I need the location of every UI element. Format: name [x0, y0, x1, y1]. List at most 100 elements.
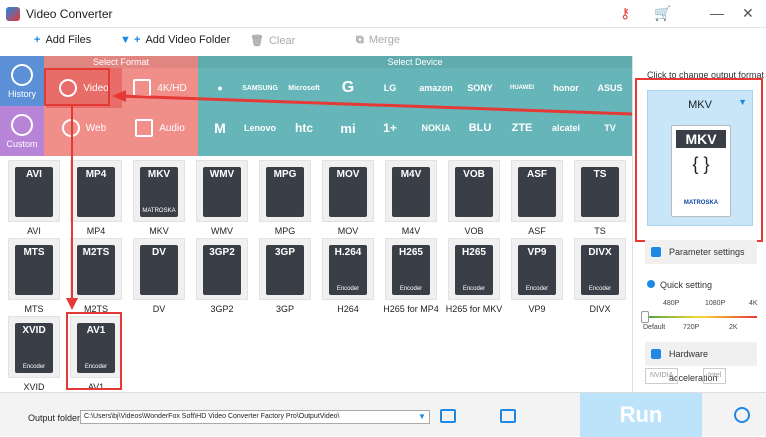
output-format-highlight: MKV ▼ MKV { } MATROSKA	[635, 78, 763, 242]
format-label: DIVX	[589, 304, 611, 314]
hardware-acceleration-button[interactable]: Hardware acceleration	[645, 342, 757, 383]
add-files-dropdown[interactable]: ▼	[120, 34, 131, 46]
format-tile-vp9[interactable]: VP9 Encoder VP9	[506, 238, 568, 318]
device-amazon[interactable]: amazon	[418, 68, 454, 108]
clear-button[interactable]: 🗑 Clear	[250, 34, 295, 47]
3gp2-format-icon: 3GP2	[203, 245, 241, 295]
asf-format-icon: ASF	[518, 167, 556, 217]
format-label: TS	[594, 226, 606, 236]
alarm-clock-icon[interactable]	[734, 407, 750, 423]
trash-icon: 🗑	[250, 35, 264, 47]
device-xiaomi[interactable]: mi	[330, 108, 366, 148]
format-tile-mpg[interactable]: MPG MPG	[254, 160, 316, 240]
device-blu[interactable]: BLU	[462, 108, 498, 148]
slider-icon	[647, 280, 655, 288]
device-zte[interactable]: ZTE	[504, 108, 540, 148]
open-folder-icon[interactable]	[500, 409, 516, 423]
device-lenovo[interactable]: Lenovo	[242, 108, 278, 148]
format-grid: AVI AVI MP4 MP4 MKV MATROSKA MKV WMV WMV MPG M…	[0, 156, 632, 392]
folder-icon[interactable]	[440, 409, 456, 423]
mp4-format-icon: MP4	[77, 167, 115, 217]
device-nokia[interactable]: NOKIA	[418, 108, 454, 148]
parameter-settings-button[interactable]: Parameter settings	[645, 240, 757, 264]
device-htc[interactable]: htc	[286, 108, 322, 148]
slider-label-4k: 4K	[749, 300, 758, 307]
video-category-button[interactable]: Video	[46, 68, 122, 108]
add-video-folder-button[interactable]: + Add Video Folder	[134, 34, 230, 46]
device-samsung[interactable]: SAMSUNG	[242, 68, 278, 108]
device-apple[interactable]: ●	[202, 68, 238, 108]
quality-slider[interactable]	[641, 311, 757, 323]
divx-format-icon: DIVX Encoder	[581, 245, 619, 295]
format-tile-av1[interactable]: AV1 Encoder AV1	[65, 316, 127, 396]
format-tile-vob[interactable]: VOB VOB	[443, 160, 505, 240]
plus-icon: +	[34, 34, 41, 46]
merge-button[interactable]: ⧉ Merge	[356, 34, 400, 47]
hd-category-button[interactable]: 4K/HD	[122, 68, 198, 108]
format-tile-dv[interactable]: DV DV	[128, 238, 190, 318]
history-tab[interactable]: History	[0, 56, 44, 106]
chrome-icon	[61, 119, 80, 137]
intel-option[interactable]: Intel	[703, 368, 727, 384]
audio-label: Audio	[159, 122, 185, 134]
format-tile-h265-mp4[interactable]: H265 Encoder H265 for MP4	[380, 238, 442, 318]
format-tile-divx[interactable]: DIVX Encoder DIVX	[569, 238, 631, 318]
run-button[interactable]: Run	[580, 393, 702, 437]
h265-mkv-format-icon: H265 Encoder	[455, 245, 493, 295]
cart-icon[interactable]: 🛒	[654, 5, 671, 21]
format-tile-h265-mkv[interactable]: H265 Encoder H265 for MKV	[443, 238, 505, 318]
device-sony[interactable]: SONY	[462, 68, 498, 108]
device-microsoft[interactable]: Microsoft	[286, 68, 322, 108]
merge-label: Merge	[368, 34, 401, 46]
format-tile-mkv[interactable]: MKV MATROSKA MKV	[128, 160, 190, 240]
output-folder-label: Output folder:	[28, 413, 83, 423]
web-category-button[interactable]: Web	[46, 108, 122, 148]
4k-icon	[133, 79, 152, 97]
audio-category-button[interactable]: Audio	[122, 108, 198, 148]
format-tile-avi[interactable]: AVI AVI	[3, 160, 65, 240]
chip-icon	[651, 349, 661, 359]
output-folder-path[interactable]: C:\Users\bj\Videos\WonderFox Soft\HD Vid…	[80, 410, 430, 424]
device-alcatel[interactable]: alcatel	[548, 108, 584, 148]
format-tile-3gp[interactable]: 3GP 3GP	[254, 238, 316, 318]
format-tile-3gp2[interactable]: 3GP2 3GP2	[191, 238, 253, 318]
device-honor[interactable]: honor	[548, 68, 584, 108]
format-tile-h264[interactable]: H.264 Encoder H264	[317, 238, 379, 318]
device-oneplus[interactable]: 1+	[372, 108, 408, 148]
device-google[interactable]: G	[330, 68, 366, 108]
history-icon	[11, 64, 33, 86]
format-tile-wmv[interactable]: WMV WMV	[191, 160, 253, 240]
format-tile-asf[interactable]: ASF ASF	[506, 160, 568, 240]
mts-format-icon: MTS	[15, 245, 53, 295]
web-label: Web	[85, 122, 107, 134]
custom-tab[interactable]: Custom	[0, 106, 44, 156]
hd-label: 4K/HD	[157, 82, 187, 94]
device-huawei[interactable]: HUAWEI	[504, 68, 540, 108]
format-tile-mts[interactable]: MTS MTS	[3, 238, 65, 318]
minimize-button[interactable]: —	[710, 5, 724, 21]
format-tile-m4v[interactable]: M4V M4V	[380, 160, 442, 240]
nvidia-option[interactable]: NVIDIA	[645, 368, 679, 384]
chevron-down-icon[interactable]: ▼	[415, 411, 429, 423]
format-tile-xvid[interactable]: XVID Encoder XVID	[3, 316, 65, 396]
format-tile-mp4[interactable]: MP4 MP4	[65, 160, 127, 240]
format-tile-mov[interactable]: MOV MOV	[317, 160, 379, 240]
chevron-down-icon[interactable]: ▼	[738, 97, 747, 107]
key-icon[interactable]: ⚷	[620, 5, 630, 21]
close-button[interactable]: ✕	[742, 5, 754, 21]
vp9-format-icon: VP9 Encoder	[518, 245, 556, 295]
device-tv[interactable]: TV	[592, 108, 628, 148]
device-motorola[interactable]: M	[202, 108, 238, 148]
toolbar: + Add Files ▼ + Add Video Folder 🗑 Clear ⧉ M…	[0, 28, 766, 56]
device-panel: Select Device ● SAMSUNG Microsoft G LG a…	[198, 56, 632, 156]
slider-thumb[interactable]	[641, 311, 649, 323]
mpg-format-icon: MPG	[266, 167, 304, 217]
add-files-button[interactable]: + Add Files	[34, 34, 91, 46]
output-format-selector[interactable]: MKV ▼ MKV { } MATROSKA	[647, 90, 753, 226]
mkv-format-icon: MKV MATROSKA	[140, 167, 178, 217]
sidebar: History Custom	[0, 56, 44, 156]
format-tile-m2ts[interactable]: M2TS M2TS	[65, 238, 127, 318]
device-asus[interactable]: ASUS	[592, 68, 628, 108]
device-lg[interactable]: LG	[372, 68, 408, 108]
format-tile-ts[interactable]: TS TS	[569, 160, 631, 240]
